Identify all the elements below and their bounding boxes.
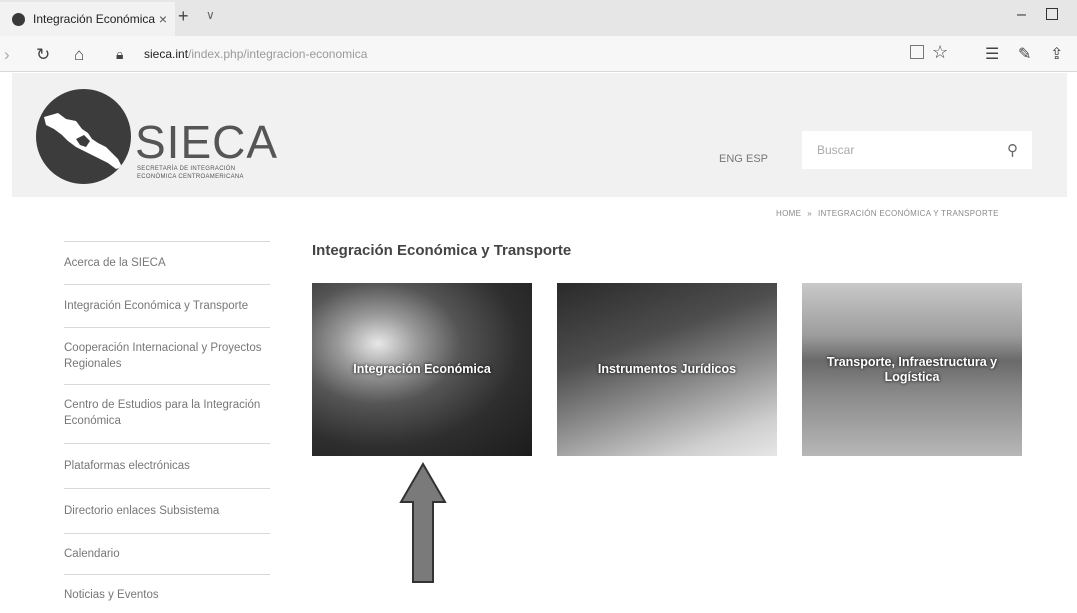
sidebar-item-integracion[interactable]: Integración Económica y Transporte (64, 284, 270, 327)
site-header: SIECA SECRETARÍA DE INTEGRACIÓN ECONÓMIC… (12, 73, 1067, 197)
breadcrumb-current: INTEGRACIÓN ECONÓMICA Y TRANSPORTE (817, 209, 999, 218)
sidebar-item-plataformas[interactable]: Plataformas electrónicas (64, 443, 270, 488)
card-transporte[interactable]: Transporte, Infraestructura y Logística (802, 283, 1022, 456)
card-instrumentos-juridicos[interactable]: Instrumentos Jurídicos (557, 283, 777, 456)
card-integracion-economica[interactable]: Integración Económica (312, 283, 532, 456)
breadcrumb: HOME » INTEGRACIÓN ECONÓMICA Y TRANSPORTE (776, 209, 999, 218)
home-icon[interactable]: ⌂ (74, 45, 84, 65)
lang-eng-link[interactable]: ENG (719, 153, 743, 165)
browser-tab[interactable]: Integración Económica × (0, 2, 175, 36)
search-box: ⚲ (802, 131, 1032, 169)
sidebar-item-noticias[interactable]: Noticias y Eventos (64, 574, 270, 607)
maximize-icon[interactable] (1046, 8, 1058, 20)
back-arrow-icon[interactable]: › (4, 45, 10, 65)
close-tab-icon[interactable]: × (159, 11, 167, 27)
breadcrumb-home[interactable]: HOME (776, 209, 801, 218)
minimize-icon[interactable]: – (1017, 6, 1026, 24)
browser-tab-bar: Integración Económica × + ∨ – (0, 0, 1077, 36)
page-title: Integración Económica y Transporte (312, 242, 572, 259)
sieca-logo[interactable] (36, 89, 131, 184)
logo-name: SIECA (135, 116, 279, 168)
sidebar-item-centro-estudios[interactable]: Centro de Estudios para la Integración E… (64, 384, 270, 443)
star-icon[interactable]: ☆ (932, 42, 948, 63)
central-america-map-icon (44, 113, 122, 169)
globe-icon (12, 12, 25, 26)
sidebar-item-calendario[interactable]: Calendario (64, 533, 270, 574)
tab-title: Integración Económica (33, 12, 156, 26)
new-tab-icon[interactable]: + (178, 6, 189, 27)
reading-view-icon[interactable] (910, 45, 924, 59)
logo-subtitle: SECRETARÍA DE INTEGRACIÓN ECONÓMICA CENT… (137, 165, 287, 181)
refresh-icon[interactable]: ↻ (36, 45, 50, 65)
card-label: Transporte, Infraestructura y Logística (826, 354, 998, 384)
lock-icon: 🔒︎ (116, 46, 124, 62)
sidebar-nav: Acerca de la SIECA Integración Económica… (64, 241, 270, 607)
card-label: Instrumentos Jurídicos (597, 362, 737, 376)
sidebar-item-directorio[interactable]: Directorio enlaces Subsistema (64, 488, 270, 533)
url-path: /index.php/integracion-economica (188, 47, 368, 61)
sidebar-item-cooperacion[interactable]: Cooperación Internacional y Proyectos Re… (64, 327, 270, 384)
logo-subtitle-line2: ECONÓMICA CENTROAMERICANA (137, 174, 244, 180)
url-domain: sieca.int (144, 47, 189, 61)
pen-icon[interactable]: ✎ (1018, 44, 1031, 64)
breadcrumb-separator: » (807, 209, 812, 218)
tab-menu-icon[interactable]: ∨ (206, 8, 215, 22)
sidebar-item-acerca[interactable]: Acerca de la SIECA (64, 241, 270, 284)
share-icon[interactable]: ⇪ (1050, 44, 1063, 64)
favorites-list-icon[interactable]: ☰ (985, 44, 999, 64)
up-arrow-icon (399, 462, 447, 583)
search-icon[interactable]: ⚲ (1007, 141, 1018, 159)
search-input[interactable] (817, 143, 997, 157)
logo-subtitle-line1: SECRETARÍA DE INTEGRACIÓN (137, 166, 236, 172)
url-field[interactable]: sieca.int/index.php/integracion-economic… (144, 43, 969, 65)
address-bar: › ↻ ⌂ 🔒︎ sieca.int/index.php/integracion… (0, 36, 1077, 72)
lang-esp-link[interactable]: ESP (746, 153, 768, 165)
card-label: Integración Económica (353, 362, 491, 376)
